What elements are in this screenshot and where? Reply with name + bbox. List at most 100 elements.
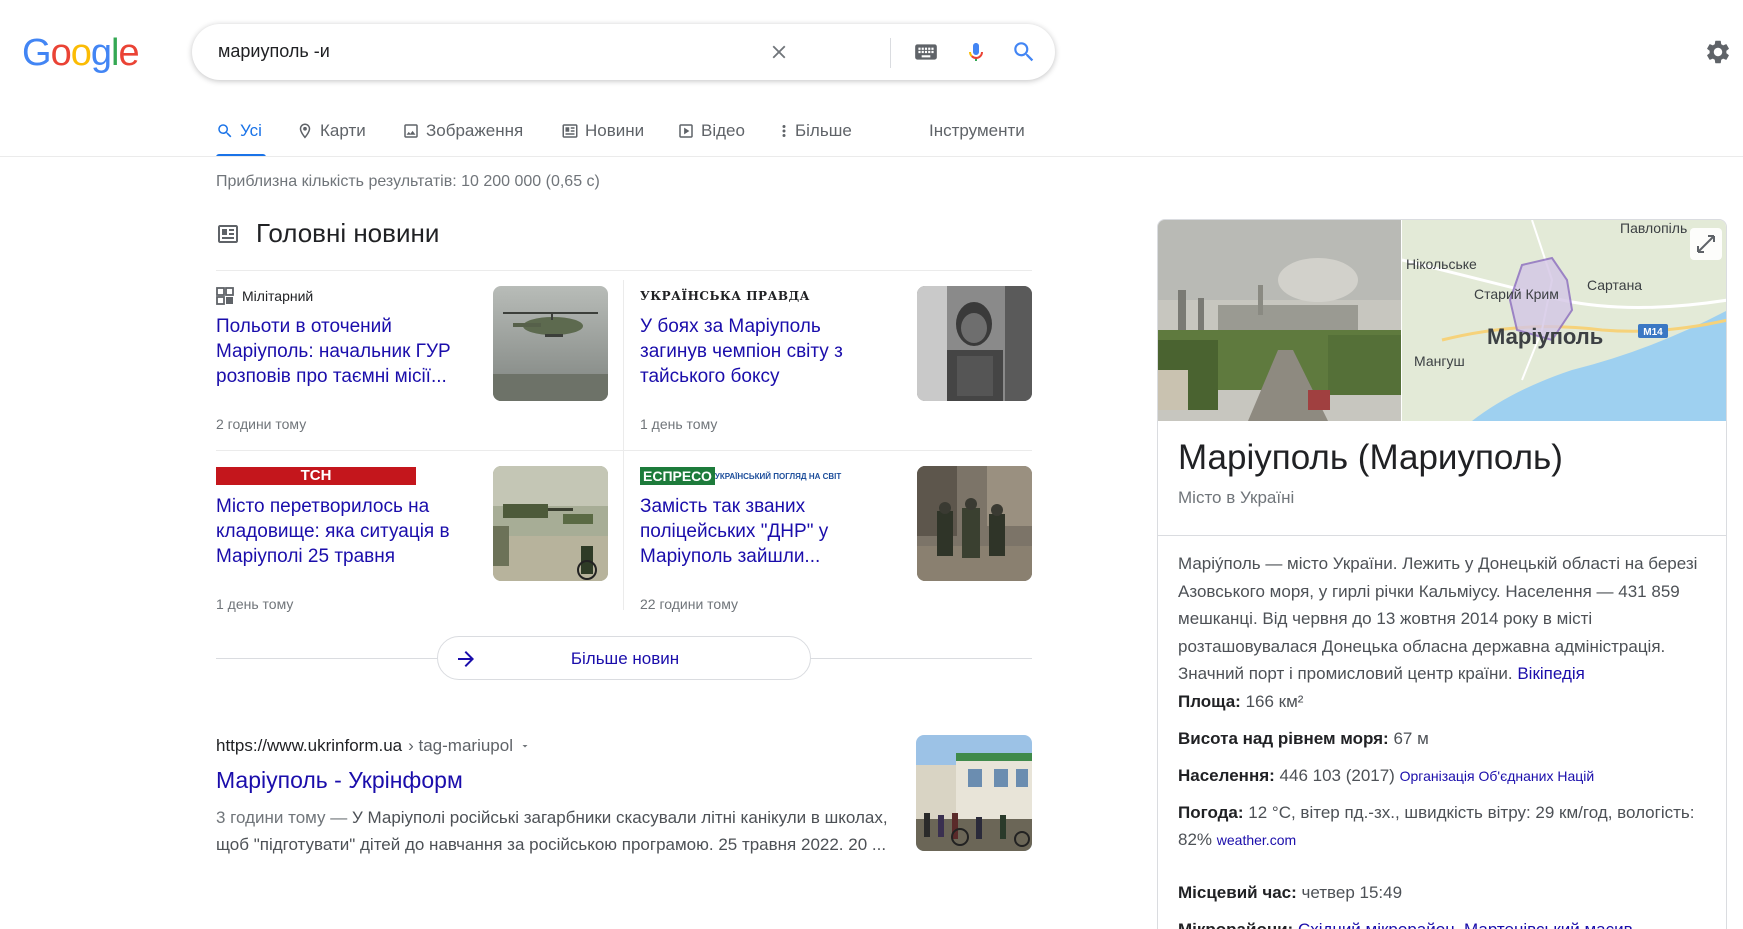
map-label-city: Маріуполь — [1487, 324, 1603, 349]
fact-weather: Погода: 12 °C, вітер пд.-зх., швидкість … — [1178, 799, 1708, 854]
logo-letter: o — [70, 32, 92, 74]
keyboard-icon[interactable] — [912, 38, 940, 66]
tools-label: Інструменти — [929, 121, 1025, 140]
search-input[interactable]: мариуполь -и — [218, 41, 330, 62]
knowledge-panel: M14 Нікольське Старий Крим Сартана Павло… — [1157, 219, 1727, 929]
map-label-pavlopil: Павлопіль — [1620, 220, 1687, 236]
news-icon — [218, 224, 238, 243]
more-news-label: Більше новин — [570, 649, 680, 668]
fact-value: четвер 15:49 — [1301, 883, 1403, 902]
result-path: › tag-mariupol — [408, 736, 513, 755]
weather-source-link[interactable]: weather.com — [1217, 832, 1296, 848]
news-source-name: Мілітарний — [242, 288, 314, 304]
districts-link[interactable]: Східний мікрорайон, Мартенівський масив — [1298, 920, 1633, 929]
search-divider — [890, 38, 891, 68]
kp-title: Маріуполь (Мариуполь) — [1178, 438, 1563, 477]
militarnyi-logo-icon — [216, 287, 234, 305]
fact-label: Погода: — [1178, 803, 1244, 822]
news-source-name: ТСН — [216, 467, 416, 485]
tab-images[interactable]: Зображення — [402, 118, 523, 144]
tab-maps[interactable]: Карти — [296, 118, 366, 144]
news-source: УКРАЇНСЬКА ПРАВДА — [640, 286, 810, 306]
news-headline[interactable]: У боях за Маріуполь загинув чемпіон світ… — [640, 314, 890, 389]
tab-more[interactable]: Більше — [779, 118, 852, 144]
news-column-divider — [623, 280, 624, 610]
result-thumbnail[interactable] — [916, 735, 1032, 851]
tab-label: Карти — [320, 121, 366, 140]
news-headline[interactable]: Польоти в оточений Маріуполь: начальник … — [216, 314, 466, 389]
kp-subtitle: Місто в Україні — [1178, 488, 1295, 507]
news-card[interactable]: Мілітарний Польоти в оточений Маріуполь:… — [216, 286, 608, 446]
news-thumbnail[interactable] — [493, 466, 608, 581]
top-stories-divider — [216, 270, 1032, 271]
news-card[interactable]: УКРАЇНСЬКА ПРАВДА У боях за Маріуполь за… — [640, 286, 1032, 446]
tab-all[interactable]: Усі — [216, 118, 262, 144]
fact-elevation: Висота над рівнем моря: 67 м — [1178, 725, 1708, 752]
fact-local-time: Місцевий час: четвер 15:49 — [1178, 879, 1708, 906]
result-url[interactable]: https://www.ukrinform.ua › tag-mariupol — [216, 736, 1032, 756]
logo-letter: o — [50, 32, 72, 74]
fact-label: Площа: — [1178, 692, 1241, 711]
more-news-button[interactable]: Більше новин — [437, 636, 811, 680]
image-icon — [404, 124, 418, 138]
fact-population: Населення: 446 103 (2017) Організація Об… — [1178, 762, 1708, 790]
tab-label: Зображення — [426, 121, 524, 140]
news-time: 1 день тому — [640, 416, 718, 432]
search-box[interactable]: мариуполь -и — [192, 24, 1055, 80]
news-thumbnail[interactable] — [917, 286, 1032, 401]
header-divider — [0, 156, 1743, 157]
result-snippet: 3 години тому — У Маріуполі російські за… — [216, 804, 896, 858]
news-source: ЕСПРЕСО УКРАЇНСЬКИЙ ПОГЛЯД НА СВІТ — [640, 466, 841, 486]
news-time: 1 день тому — [216, 596, 294, 612]
map-label-staryi-krym: Старий Крим — [1474, 286, 1559, 302]
chevron-down-icon[interactable] — [519, 740, 531, 752]
microphone-icon[interactable] — [962, 38, 990, 66]
news-headline[interactable]: Місто перетворилось на кладовище: яка си… — [216, 494, 466, 569]
tab-videos[interactable]: Відео — [677, 118, 745, 144]
fact-districts: Мікрорайони: Східний мікрорайон, Мартені… — [1178, 916, 1708, 929]
search-icon[interactable] — [1010, 38, 1038, 66]
play-icon — [679, 124, 693, 138]
fact-value: 446 103 (2017) — [1279, 766, 1395, 785]
top-stories-header: Головні новини — [216, 218, 439, 249]
news-source-name: УКРАЇНСЬКА ПРАВДА — [640, 289, 810, 303]
fact-area: Площа: 166 км² — [1178, 688, 1708, 715]
fact-value: 166 км² — [1245, 692, 1304, 711]
logo-letter: l — [110, 32, 120, 74]
logo-letter: e — [118, 32, 139, 74]
google-logo[interactable]: Google — [22, 32, 140, 75]
kp-divider — [1158, 535, 1726, 536]
news-thumbnail[interactable] — [493, 286, 608, 401]
news-time: 22 години тому — [640, 596, 738, 612]
fact-label: Висота над рівнем моря: — [1178, 729, 1389, 748]
clear-icon[interactable] — [765, 38, 793, 66]
map-label-nikolske: Нікольське — [1406, 256, 1477, 272]
tab-label: Усі — [240, 121, 262, 140]
result-title[interactable]: Маріуполь - Укрінформ — [216, 767, 1032, 794]
news-source: Мілітарний — [216, 286, 313, 306]
news-card[interactable]: ТСН Місто перетворилось на кладовище: як… — [216, 466, 608, 626]
news-thumbnail[interactable] — [917, 466, 1032, 581]
logo-letter: G — [22, 32, 52, 74]
news-card[interactable]: ЕСПРЕСО УКРАЇНСЬКИЙ ПОГЛЯД НА СВІТ Заміс… — [640, 466, 1032, 626]
map-label-manhush: Мангуш — [1414, 353, 1465, 369]
news-source-tagline: УКРАЇНСЬКИЙ ПОГЛЯД НА СВІТ — [714, 471, 842, 481]
news-source-name: ЕСПРЕСО — [640, 467, 715, 485]
result-domain: https://www.ukrinform.ua — [216, 736, 403, 755]
search-result: https://www.ukrinform.ua › tag-mariupol … — [216, 735, 1032, 858]
fact-label: Населення: — [1178, 766, 1275, 785]
tools-button[interactable]: Інструменти — [929, 118, 1025, 144]
news-row-divider — [640, 450, 1032, 451]
logo-letter: g — [90, 32, 112, 74]
kp-description: Маріу́поль — місто України. Лежить у Дон… — [1178, 550, 1708, 688]
fact-value: 67 м — [1393, 729, 1429, 748]
tab-news[interactable]: Новини — [561, 118, 644, 144]
city-map[interactable]: M14 Нікольське Старий Крим Сартана Павло… — [1401, 220, 1726, 421]
wikipedia-link[interactable]: Вікіпедія — [1517, 664, 1585, 683]
population-source-link[interactable]: Організація Об'єднаних Націй — [1400, 768, 1595, 784]
map-road-label: M14 — [1643, 327, 1663, 338]
news-headline[interactable]: Замість так званих поліцейських "ДНР" у … — [640, 494, 890, 569]
city-photo[interactable] — [1158, 220, 1401, 421]
more-icon — [782, 125, 786, 137]
gear-icon[interactable] — [1704, 38, 1732, 66]
